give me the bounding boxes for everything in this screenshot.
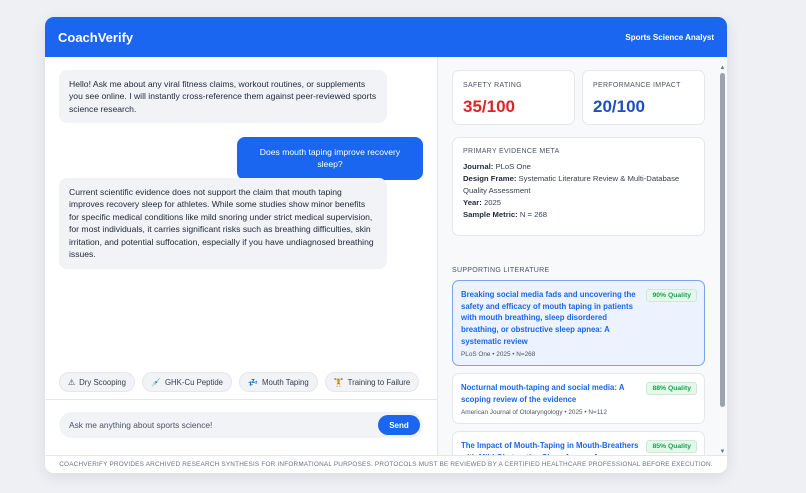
composer: Send [45, 399, 437, 455]
literature-title: Nocturnal mouth-taping and social media:… [461, 383, 625, 404]
sleep-icon: 💤 [248, 377, 258, 387]
chip-training-to-failure[interactable]: 🏋 Training to Failure [324, 372, 420, 392]
quality-badge: 88% Quality [646, 382, 697, 395]
year-value: 2025 [483, 197, 502, 207]
chip-label: Mouth Taping [262, 377, 309, 387]
evidence-panel: SAFETY RATING 35/100 PERFORMANCE IMPACT … [438, 57, 727, 455]
syringe-icon: 💉 [150, 377, 161, 387]
role-label: Sports Science Analyst [625, 32, 714, 42]
chip-label: GHK-Cu Peptide [164, 377, 224, 387]
quality-badge: 90% Quality [646, 289, 697, 302]
literature-title: The Impact of Mouth-Taping in Mouth-Brea… [461, 441, 639, 455]
chip-label: Dry Scooping [79, 377, 126, 387]
panel-scrollbar[interactable]: ▲ ▼ [719, 65, 726, 455]
ai-message: Current scientific evidence does not sup… [59, 178, 387, 269]
user-message: Does mouth taping improve recovery sleep… [237, 137, 423, 180]
design-label: Design Frame: [463, 173, 517, 183]
chat-pane: Hello! Ask me about any viral fitness cl… [45, 57, 438, 455]
literature-meta: PLoS One • 2025 • N=268 [461, 351, 536, 359]
scroll-thumb[interactable] [720, 73, 725, 407]
suggestion-chips: ⚠ Dry Scooping 💉 GHK-Cu Peptide 💤 Mouth … [59, 372, 420, 392]
journal-value: PLoS One [495, 162, 531, 171]
sample-label: Sample Metric: [463, 209, 518, 219]
chip-label: Training to Failure [347, 377, 411, 387]
design-line: Design Frame: Systematic Literature Revi… [463, 173, 694, 197]
literature-section-title: SUPPORTING LITERATURE [452, 267, 550, 274]
footer-disclaimer: COACHVERIFY PROVIDES ARCHIVED RESEARCH S… [45, 455, 727, 473]
literature-meta: American Journal of Otolaryngology • 202… [461, 409, 607, 417]
performance-impact-card: PERFORMANCE IMPACT 20/100 [582, 70, 705, 125]
evidence-meta-card: PRIMARY EVIDENCE META Journal: PLoS One … [452, 137, 705, 236]
safety-rating-value: 35/100 [463, 97, 515, 116]
brand-logo[interactable]: CoachVerify [58, 30, 133, 45]
performance-impact-value: 20/100 [593, 97, 645, 116]
journal-label: Journal: [463, 162, 494, 171]
ai-message: Hello! Ask me about any viral fitness cl… [59, 70, 387, 124]
sample-line: Sample Metric: N = 268 [463, 209, 694, 221]
warning-icon: ⚠ [68, 377, 76, 387]
evidence-meta-title: PRIMARY EVIDENCE META [463, 148, 560, 155]
literature-title: Breaking social media fads and uncoverin… [461, 290, 636, 346]
literature-item[interactable]: The Impact of Mouth-Taping in Mouth-Brea… [452, 431, 705, 455]
journal-line: Journal: PLoS One [463, 161, 694, 173]
send-button[interactable]: Send [378, 415, 420, 435]
chip-mouth-taping[interactable]: 💤 Mouth Taping [239, 372, 318, 392]
dumbbell-icon: 🏋 [333, 377, 344, 387]
year-label: Year: [463, 197, 482, 207]
chip-ghk-cu-peptide[interactable]: 💉 GHK-Cu Peptide [141, 372, 233, 392]
scroll-up-icon[interactable]: ▲ [719, 65, 726, 71]
chip-dry-scooping[interactable]: ⚠ Dry Scooping [59, 372, 135, 392]
app-window: CoachVerify Sports Science Analyst Hello… [45, 17, 727, 473]
literature-item[interactable]: Nocturnal mouth-taping and social media:… [452, 373, 705, 424]
year-line: Year: 2025 [463, 197, 694, 209]
chat-input[interactable] [69, 420, 378, 430]
literature-item[interactable]: Breaking social media fads and uncoverin… [452, 280, 705, 366]
safety-rating-card: SAFETY RATING 35/100 [452, 70, 575, 125]
quality-badge: 85% Quality [646, 440, 697, 453]
app-header: CoachVerify Sports Science Analyst [45, 17, 727, 57]
sample-value: N = 268 [519, 209, 547, 219]
safety-rating-label: SAFETY RATING [463, 82, 522, 89]
main-body: Hello! Ask me about any viral fitness cl… [45, 57, 727, 455]
performance-impact-label: PERFORMANCE IMPACT [593, 82, 681, 89]
input-box: Send [59, 412, 423, 438]
